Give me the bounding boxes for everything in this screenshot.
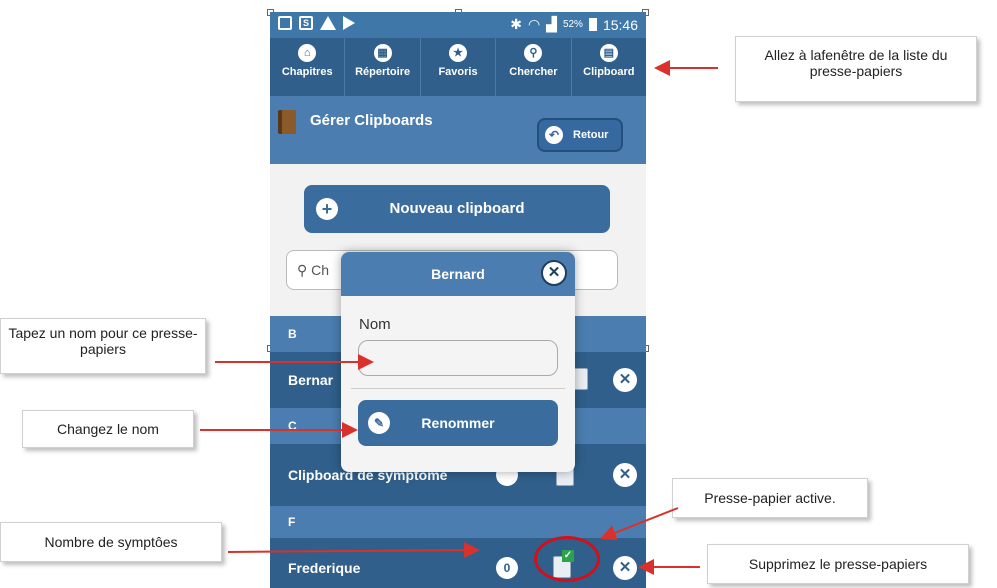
arrow-count — [227, 542, 480, 559]
annotation-arrows — [200, 60, 718, 575]
arrow-active — [600, 507, 679, 541]
